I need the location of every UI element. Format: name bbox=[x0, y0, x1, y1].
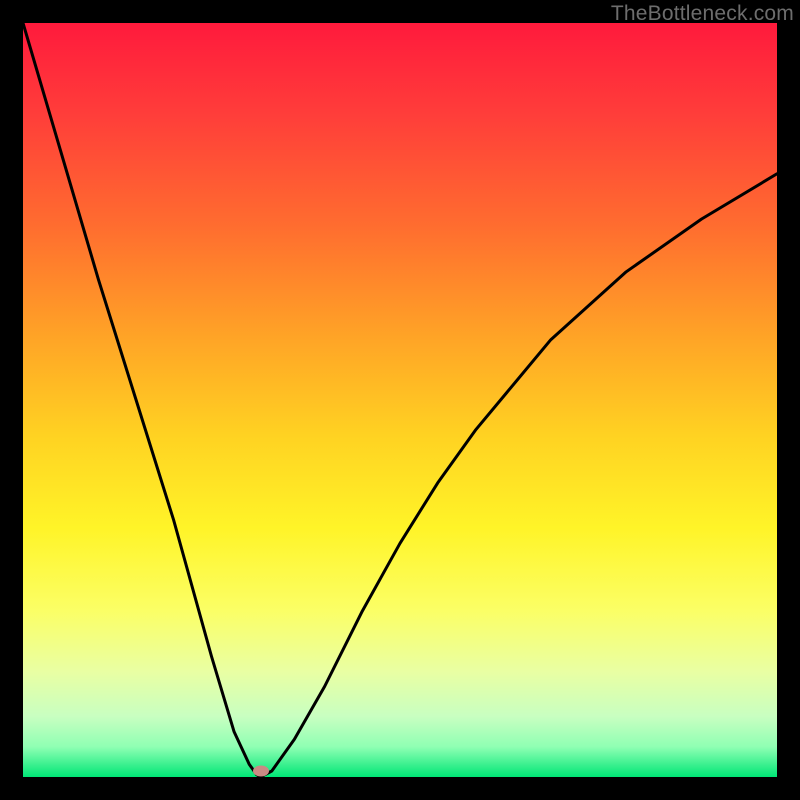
watermark-text: TheBottleneck.com bbox=[611, 2, 794, 26]
curve-layer bbox=[23, 23, 777, 777]
bottleneck-minimum-marker bbox=[253, 765, 269, 776]
plot-frame bbox=[23, 23, 777, 777]
bottleneck-curve bbox=[23, 23, 777, 777]
